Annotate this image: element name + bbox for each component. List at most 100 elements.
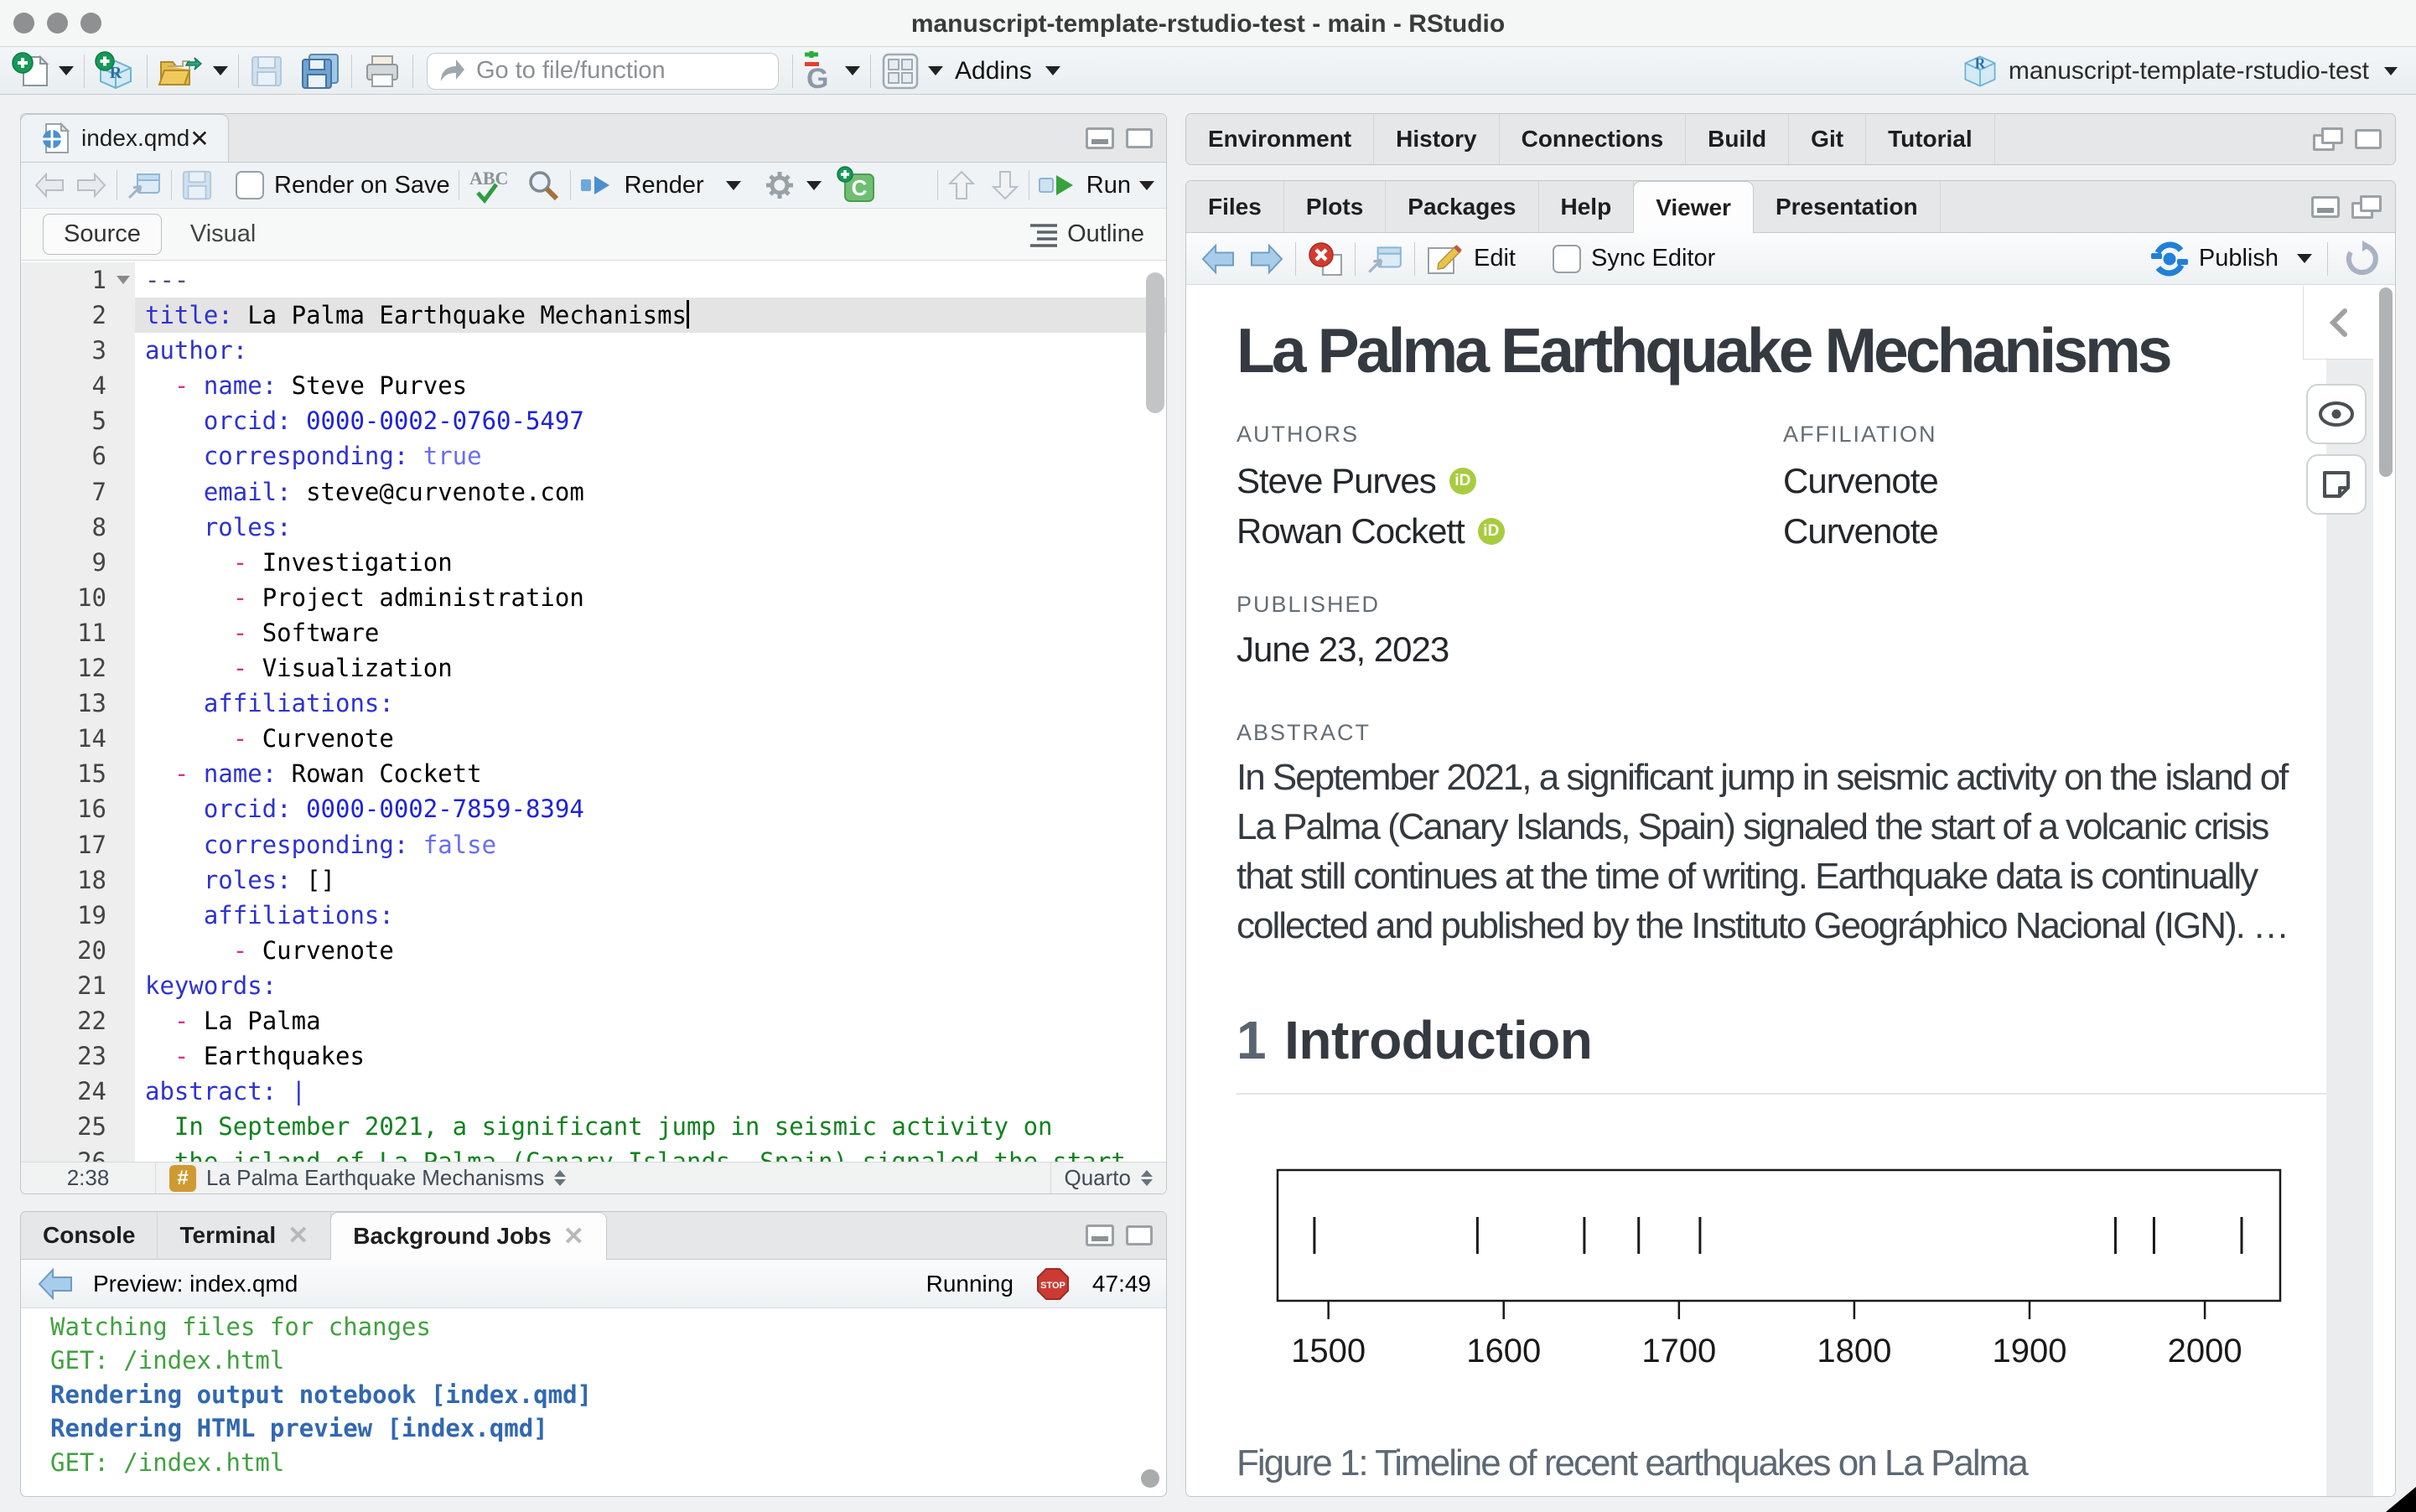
code-line-14[interactable]: - Curvenote (145, 721, 1166, 756)
panes-button[interactable] (881, 52, 943, 91)
job-back-icon[interactable] (36, 1267, 75, 1301)
code-line-7[interactable]: email: steve@curvenote.com (145, 474, 1166, 510)
code-line-21[interactable]: keywords: (145, 968, 1166, 1003)
tab-git[interactable]: Git (1789, 114, 1866, 164)
tab-connections[interactable]: Connections (1500, 114, 1687, 164)
console-scrollbar[interactable] (1141, 1469, 1159, 1488)
restore-env-icon[interactable] (2313, 127, 2343, 151)
code-line-12[interactable]: - Visualization (145, 650, 1166, 686)
code-line-8[interactable]: roles: (145, 510, 1166, 545)
maximize-env-icon[interactable] (2355, 129, 2382, 149)
minimize-console-icon[interactable] (1086, 1225, 1114, 1246)
git-button[interactable]: G (803, 51, 860, 91)
code-line-25[interactable]: In September 2021, a significant jump in… (145, 1109, 1166, 1144)
render-label[interactable]: Render (625, 172, 704, 199)
editor-tab-close-icon[interactable]: ✕ (189, 125, 209, 153)
code-line-5[interactable]: orcid: 0000-0002-0760-5497 (145, 403, 1166, 438)
sync-editor-checkbox[interactable] (1553, 245, 1581, 273)
orcid-icon[interactable]: iD (1449, 468, 1476, 495)
tab-tutorial[interactable]: Tutorial (1866, 114, 1995, 164)
project-menu-button[interactable]: R manuscript-template-rstudio-test (1962, 48, 2398, 95)
run-label[interactable]: Run (1086, 172, 1131, 199)
run-previous-icon[interactable] (946, 168, 977, 202)
edit-label[interactable]: Edit (1474, 245, 1516, 272)
gear-icon[interactable] (761, 167, 798, 204)
tab-environment[interactable]: Environment (1186, 114, 1374, 164)
popout-icon[interactable] (126, 169, 163, 201)
comment-note-button[interactable] (2306, 454, 2367, 515)
tab-console[interactable]: Console (21, 1212, 158, 1259)
code-editor[interactable]: 1234567891011121314151617181920212223242… (21, 262, 1166, 1165)
tab-terminal[interactable]: Terminal✕ (158, 1212, 331, 1259)
code-line-2[interactable]: title: La Palma Earthquake Mechanisms (135, 298, 1166, 333)
editor-scrollbar[interactable] (1146, 272, 1164, 413)
code-line-24[interactable]: abstract: | (145, 1074, 1166, 1109)
job-log[interactable]: Watching files for changesGET: /index.ht… (21, 1308, 1166, 1479)
maximize-pane-icon[interactable] (1126, 128, 1153, 148)
viewer-forward-icon[interactable] (1248, 243, 1285, 275)
tab-background-jobs-close-icon[interactable]: ✕ (563, 1222, 584, 1251)
minimize-viewer-icon[interactable] (2311, 196, 2340, 218)
code-line-17[interactable]: corresponding: false (145, 827, 1166, 862)
code-line-20[interactable]: - Curvenote (145, 933, 1166, 968)
gear-caret-icon[interactable] (806, 181, 822, 190)
run-next-icon[interactable] (990, 168, 1020, 202)
forward-icon[interactable] (75, 171, 108, 199)
tab-plots[interactable]: Plots (1284, 181, 1386, 232)
tab-history[interactable]: History (1374, 114, 1499, 164)
goto-file-input[interactable]: Go to file/function (427, 53, 779, 90)
back-icon[interactable] (33, 171, 66, 199)
code-line-23[interactable]: - Earthquakes (145, 1038, 1166, 1074)
editor-code[interactable]: ---title: La Palma Earthquake Mechanisms… (135, 262, 1166, 1165)
code-line-9[interactable]: - Investigation (145, 545, 1166, 580)
editor-tab-index-qmd[interactable]: index.qmd ✕ (20, 114, 229, 162)
tab-files[interactable]: Files (1186, 181, 1284, 232)
print-button[interactable] (362, 53, 402, 90)
collapse-panel-button[interactable] (2303, 286, 2373, 360)
stop-job-icon[interactable]: STOP (1035, 1266, 1071, 1302)
viewer-popout-icon[interactable] (1366, 242, 1404, 276)
viewer-scrollbar[interactable] (2379, 287, 2393, 477)
tab-background-jobs[interactable]: Background Jobs✕ (330, 1212, 607, 1260)
viewer-back-icon[interactable] (1200, 243, 1237, 275)
restore-viewer-icon[interactable] (2351, 195, 2382, 219)
maximize-console-icon[interactable] (1126, 1225, 1153, 1245)
tab-viewer[interactable]: Viewer (1633, 181, 1754, 233)
code-line-1[interactable]: --- (145, 262, 1166, 298)
render-on-save-checkbox[interactable] (236, 171, 264, 199)
code-line-22[interactable]: - La Palma (145, 1003, 1166, 1038)
open-file-button[interactable] (158, 52, 228, 91)
tab-terminal-close-icon[interactable]: ✕ (288, 1221, 308, 1251)
publish-label[interactable]: Publish (2199, 245, 2279, 272)
code-line-13[interactable]: affiliations: (145, 686, 1166, 721)
symbol-navigator[interactable]: # La Palma Earthquake Mechanisms (155, 1162, 1050, 1194)
code-line-19[interactable]: affiliations: (145, 898, 1166, 933)
code-line-6[interactable]: corresponding: true (145, 438, 1166, 474)
run-caret-icon[interactable] (1139, 181, 1154, 190)
new-project-button[interactable]: R (95, 51, 137, 91)
minimize-pane-icon[interactable] (1086, 127, 1114, 149)
filetype-selector[interactable]: Quarto (1050, 1162, 1167, 1194)
code-line-10[interactable]: - Project administration (145, 580, 1166, 615)
outline-button[interactable]: Outline (1029, 220, 1144, 248)
addins-button[interactable]: Addins (943, 57, 1060, 85)
new-file-button[interactable] (12, 52, 74, 91)
tab-presentation[interactable]: Presentation (1754, 181, 1941, 232)
code-line-11[interactable]: - Software (145, 615, 1166, 650)
code-line-18[interactable]: roles: [] (145, 862, 1166, 898)
code-line-15[interactable]: - name: Rowan Cockett (145, 756, 1166, 791)
code-line-4[interactable]: - name: Steve Purves (145, 368, 1166, 403)
refresh-icon[interactable] (2343, 240, 2382, 278)
search-icon[interactable] (525, 167, 562, 204)
save-button[interactable] (249, 54, 284, 89)
code-line-3[interactable]: author: (145, 333, 1166, 368)
clear-viewer-icon[interactable] (1306, 241, 1345, 277)
save-all-button[interactable] (299, 53, 341, 90)
publish-caret-icon[interactable] (2297, 254, 2312, 263)
insert-chunk-icon[interactable]: C (837, 166, 879, 205)
source-mode-button[interactable]: Source (43, 214, 162, 255)
spellcheck-icon[interactable]: ABC (468, 166, 510, 205)
preview-eye-button[interactable] (2306, 384, 2367, 444)
render-caret-icon[interactable] (726, 181, 741, 190)
tab-packages[interactable]: Packages (1386, 181, 1538, 232)
